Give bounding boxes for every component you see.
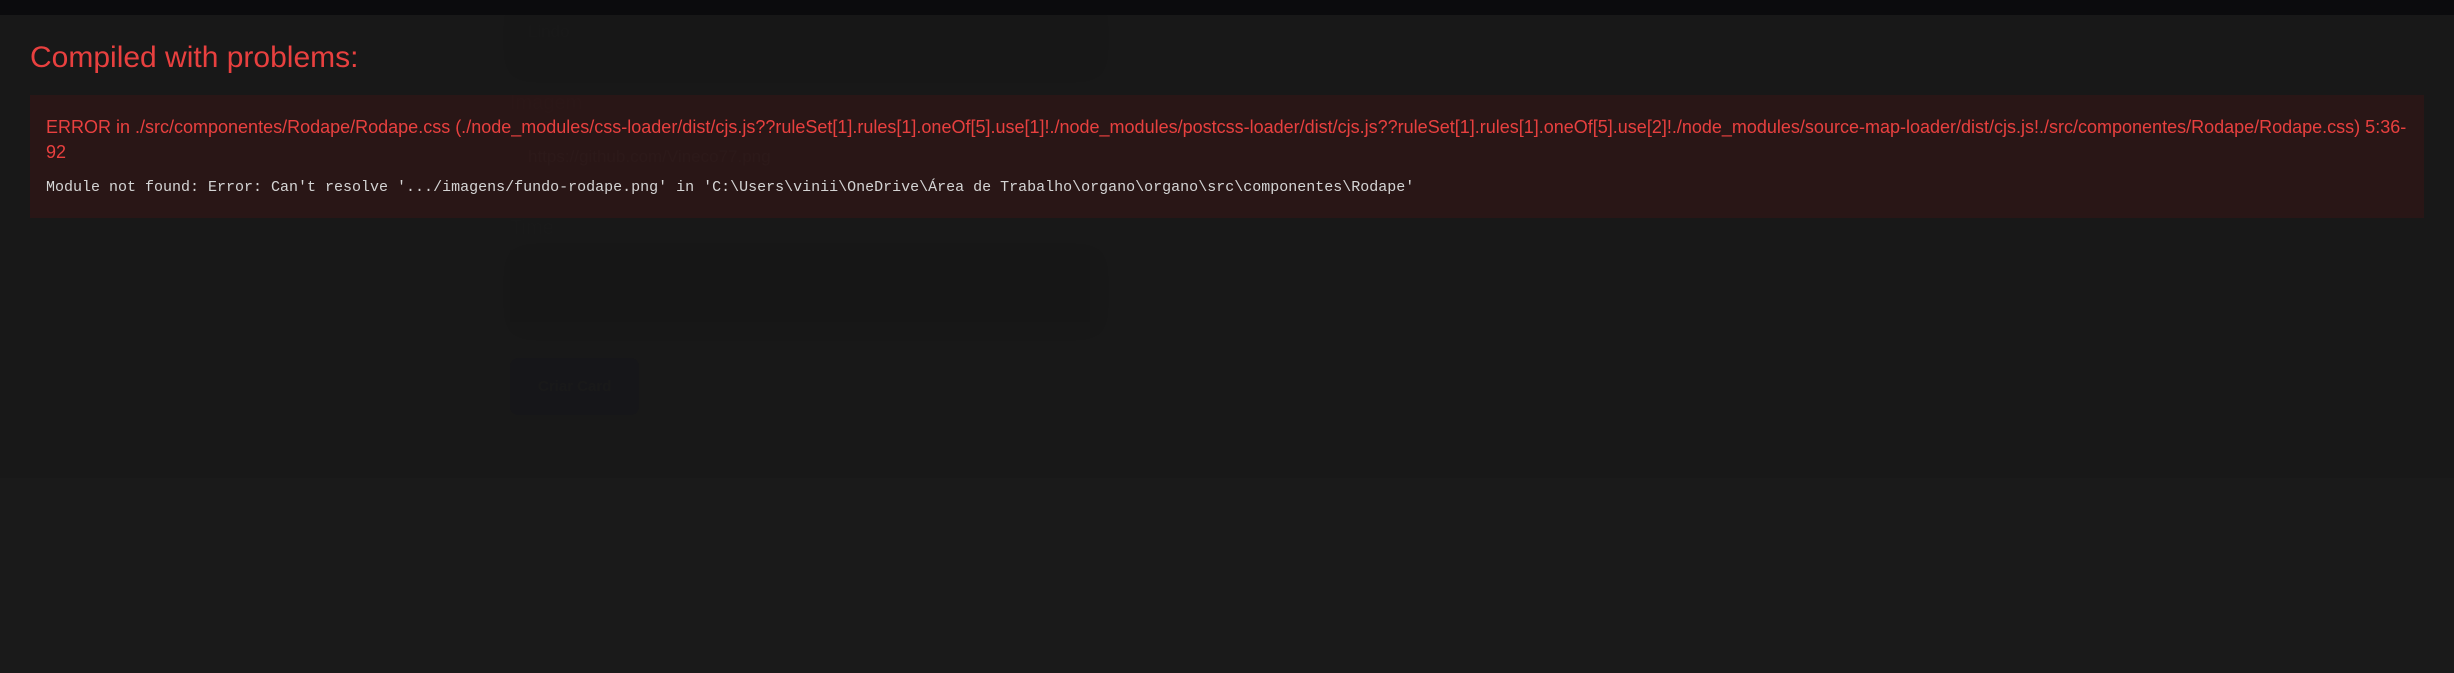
error-message: Module not found: Error: Can't resolve '…: [46, 179, 2408, 196]
error-block: ERROR in ./src/componentes/Rodape/Rodape…: [30, 95, 2424, 218]
top-bar: [0, 0, 2454, 15]
error-title: ERROR in ./src/componentes/Rodape/Rodape…: [46, 115, 2408, 165]
error-overlay: Compiled with problems: ERROR in ./src/c…: [0, 0, 2454, 478]
error-overlay-header: Compiled with problems:: [0, 15, 2454, 95]
